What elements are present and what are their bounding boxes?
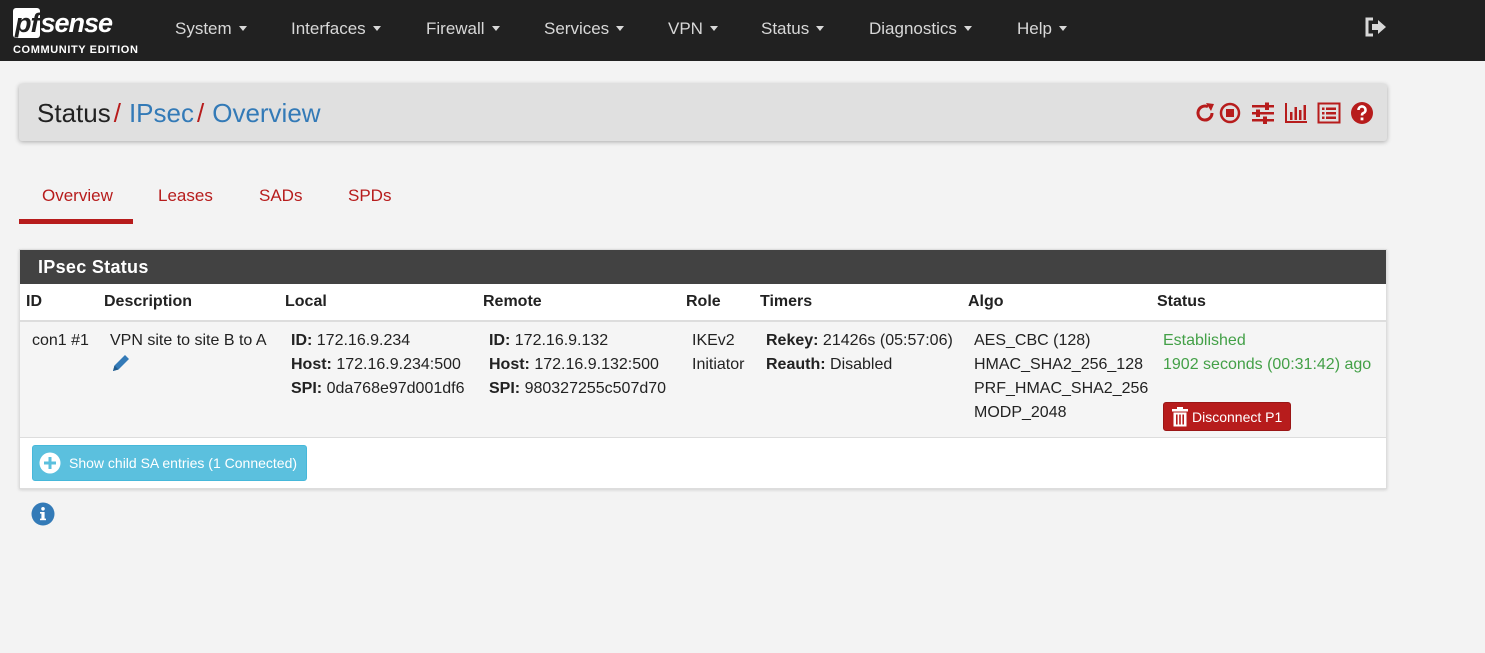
column-header-remote: Remote: [483, 293, 542, 310]
column-header-role: Role: [686, 293, 721, 310]
cell-timers-reauth: Reauth: Disabled: [766, 356, 893, 373]
breadcrumb-status: Status: [37, 98, 111, 128]
cell-remote-host: Host: 172.16.9.132:500: [489, 356, 659, 373]
breadcrumb-separator: /: [196, 98, 205, 128]
cell-algo-prf: PRF_HMAC_SHA2_256: [974, 380, 1149, 397]
show-child-sa-label: Show child SA entries (1 Connected): [69, 455, 298, 471]
cell-id: con1 #1: [32, 332, 89, 349]
breadcrumb-overview[interactable]: Overview: [212, 98, 320, 128]
cell-description: VPN site to site B to A: [110, 332, 267, 349]
bar-chart-icon[interactable]: [1284, 101, 1308, 125]
page-header: Status / IPsec / Overview: [19, 84, 1387, 141]
tab-overview[interactable]: Overview: [42, 186, 113, 206]
edition-label: COMMUNITY EDITION: [13, 44, 139, 56]
trash-icon: [1172, 407, 1188, 427]
pfsense-logo[interactable]: pfsense COMMUNITY EDITION: [13, 7, 143, 57]
edit-pencil-icon[interactable]: [110, 352, 132, 374]
cell-local-host: Host: 172.16.9.234:500: [291, 356, 461, 373]
cell-local-spi: SPI: 0da768e97d001df6: [291, 380, 465, 397]
panel-title: IPsec Status: [38, 257, 149, 277]
tab-leases[interactable]: Leases: [158, 186, 213, 206]
plus-circle-icon: [39, 452, 61, 474]
column-header-description: Description: [104, 293, 193, 310]
status-established: Established: [1163, 332, 1246, 349]
panel-heading: IPsec Status: [20, 250, 1386, 284]
cell-remote-id: ID: 172.16.9.132: [489, 332, 609, 349]
disconnect-p1-label: Disconnect P1: [1192, 409, 1283, 425]
help-icon[interactable]: [1350, 101, 1374, 125]
cell-algo-encryption: AES_CBC (128): [974, 332, 1091, 349]
stop-icon[interactable]: [1218, 101, 1242, 125]
nav-interfaces[interactable]: Interfaces: [291, 19, 381, 39]
tab-sads[interactable]: SADs: [259, 186, 302, 206]
logout-icon[interactable]: [1364, 16, 1388, 38]
log-list-icon[interactable]: [1317, 101, 1341, 125]
tab-spds[interactable]: SPDs: [348, 186, 391, 206]
header-icon-bar: [1193, 101, 1373, 125]
column-header-algo: Algo: [968, 293, 1004, 310]
column-header-id: ID: [26, 293, 42, 310]
nav-status[interactable]: Status: [761, 19, 825, 39]
column-header-status: Status: [1157, 293, 1206, 310]
cell-local-id: ID: 172.16.9.234: [291, 332, 411, 349]
disconnect-p1-button[interactable]: Disconnect P1: [1163, 402, 1291, 431]
nav-services[interactable]: Services: [544, 19, 625, 39]
nav-diagnostics[interactable]: Diagnostics: [869, 19, 972, 39]
breadcrumb-separator: /: [113, 98, 121, 128]
status-uptime: 1902 seconds (00:31:42) ago: [1163, 356, 1372, 373]
caret-down-icon: [238, 26, 247, 31]
caret-down-icon: [616, 26, 625, 31]
row-divider: [20, 437, 1386, 438]
column-header-local: Local: [285, 293, 327, 310]
nav-system[interactable]: System: [175, 19, 247, 39]
show-child-sa-button[interactable]: Show child SA entries (1 Connected): [32, 445, 307, 481]
cell-algo-dh-group: MODP_2048: [974, 404, 1067, 421]
cell-role-type: Initiator: [692, 356, 745, 373]
nav-help[interactable]: Help: [1017, 19, 1067, 39]
cell-remote-spi: SPI: 980327255c507d70: [489, 380, 667, 397]
nav-firewall[interactable]: Firewall: [426, 19, 500, 39]
cell-timers-rekey: Rekey: 21426s (05:57:06): [766, 332, 953, 349]
caret-down-icon: [491, 26, 500, 31]
cell-role-version: IKEv2: [692, 332, 735, 349]
column-header-timers: Timers: [760, 293, 813, 310]
logo-wordmark: pfsense: [13, 8, 113, 38]
caret-down-icon: [1058, 26, 1067, 31]
caret-down-icon: [709, 26, 718, 31]
settings-sliders-icon[interactable]: [1251, 101, 1275, 125]
reload-icon[interactable]: [1193, 101, 1217, 125]
ipsec-status-panel: IPsec Status ID Description Local Remote…: [19, 249, 1387, 489]
caret-down-icon: [816, 26, 825, 31]
active-tab-indicator: [19, 219, 133, 224]
cell-algo-integrity: HMAC_SHA2_256_128: [974, 356, 1143, 373]
caret-down-icon: [963, 26, 972, 31]
caret-down-icon: [372, 26, 381, 31]
nav-vpn[interactable]: VPN: [668, 19, 718, 39]
breadcrumb: Status / IPsec / Overview: [37, 98, 321, 129]
breadcrumb-ipsec[interactable]: IPsec: [129, 98, 194, 128]
top-navbar: pfsense COMMUNITY EDITION System Interfa…: [0, 0, 1485, 61]
info-icon[interactable]: [31, 502, 55, 526]
